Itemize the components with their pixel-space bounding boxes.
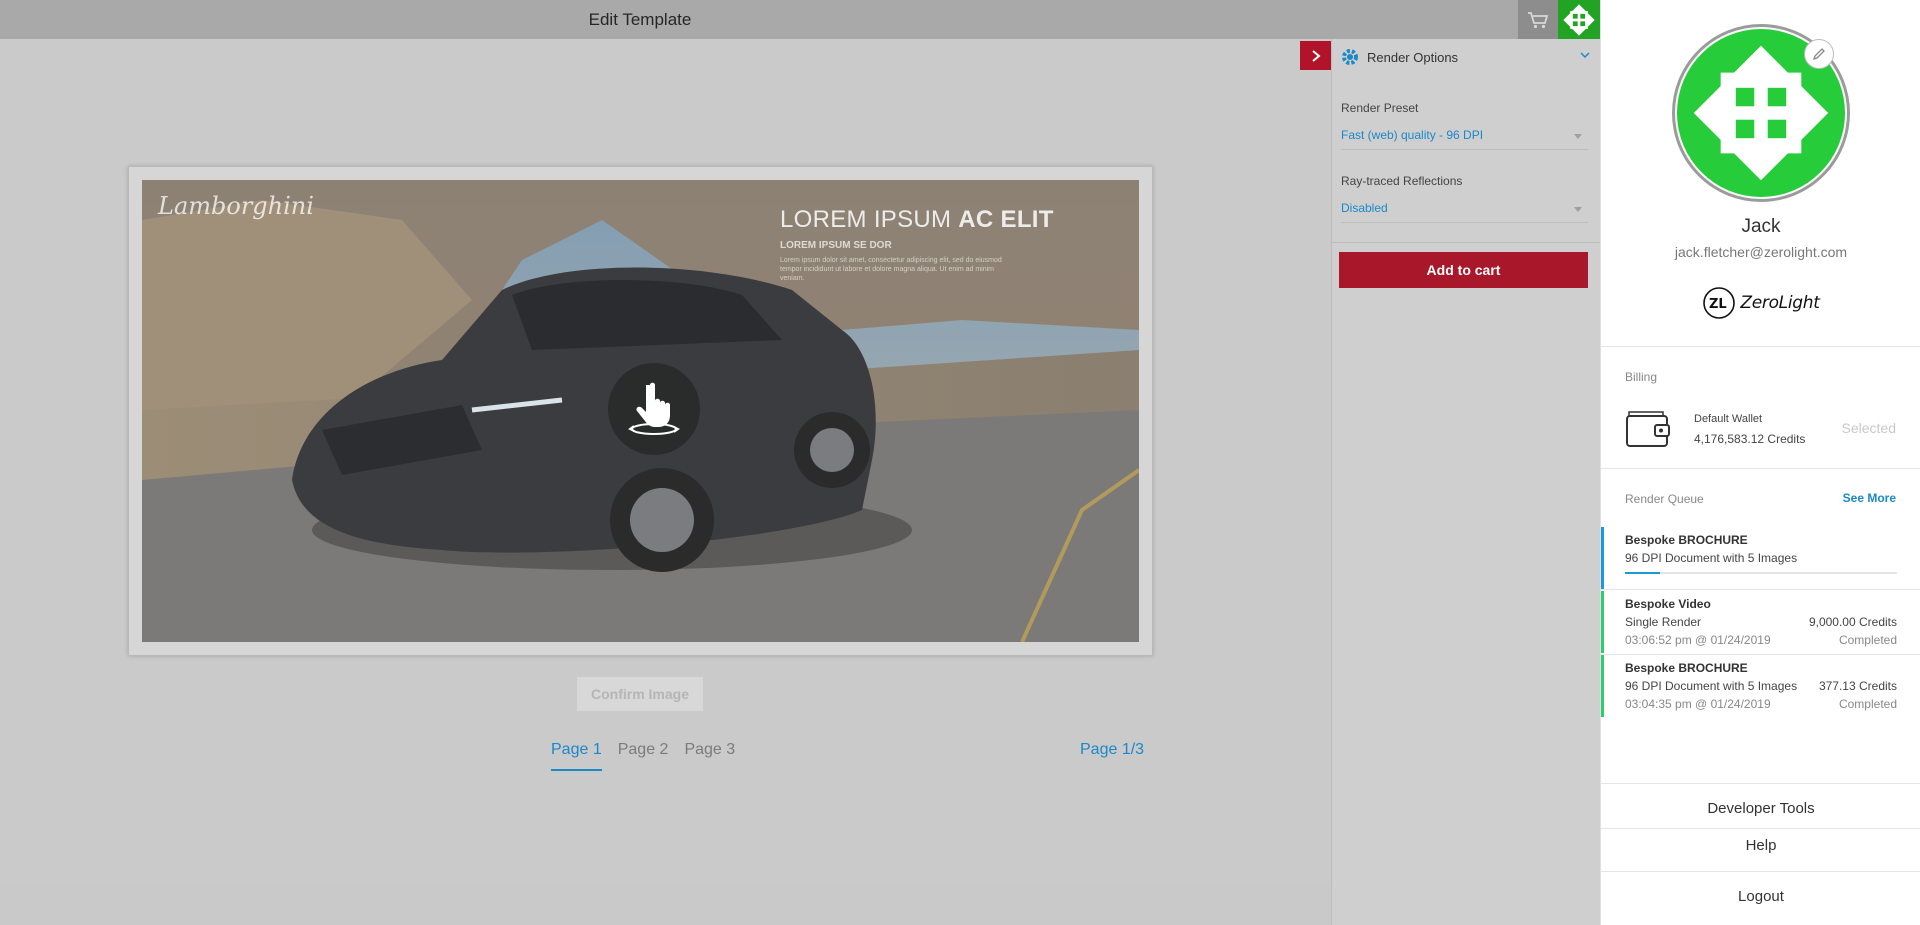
page-tabs: Page 1 Page 2 Page 3 (551, 741, 735, 771)
page-tab-1[interactable]: Page 1 (551, 741, 602, 771)
queue-item-cost: 9,000.00 Credits (1808, 615, 1897, 629)
see-more-link[interactable]: See More (1843, 491, 1896, 505)
user-name: Jack (1741, 216, 1781, 237)
pencil-icon (1812, 48, 1825, 61)
template-image[interactable]: Lamborghini LOREM IPSUM AC ELIT LOREM IP… (142, 180, 1139, 642)
confirm-image-button[interactable]: Confirm Image (577, 677, 703, 711)
ad-body-text: Lorem ipsum dolor sit amet, consectetur … (780, 257, 1002, 282)
ad-headline: LOREM IPSUM AC ELIT (780, 206, 1054, 234)
queue-item-subtitle: 96 DPI Document with 5 Images (1625, 679, 1798, 693)
queue-item-title: Bespoke Video (1625, 597, 1711, 611)
reflections-select[interactable]: Disabled (1341, 201, 1588, 223)
divider (1601, 828, 1920, 829)
zerolight-avatar-icon (1563, 3, 1595, 36)
render-preset-value: Fast (web) quality - 96 DPI (1341, 128, 1484, 142)
queue-item-status: Completed (1838, 633, 1897, 647)
queue-item-time: 03:06:52 pm @ 01/24/2019 (1625, 633, 1771, 647)
dropdown-caret-icon (1574, 134, 1582, 139)
options-divider (1332, 242, 1601, 243)
queue-item-subtitle: 96 DPI Document with 5 Images (1625, 551, 1798, 565)
brand-logo: Lamborghini (158, 192, 314, 220)
gear-icon (1342, 49, 1358, 65)
add-to-cart-button[interactable]: Add to cart (1339, 252, 1588, 288)
render-queue-item[interactable]: Bespoke Video Single Render 03:06:52 pm … (1601, 591, 1920, 653)
divider (1601, 589, 1920, 590)
developer-tools-link[interactable]: Developer Tools (1601, 800, 1920, 817)
reflections-value: Disabled (1341, 201, 1388, 215)
hand-rotate-icon (628, 382, 680, 435)
top-bar: Edit Template (0, 0, 1600, 39)
wallet-icon (1626, 411, 1670, 447)
template-page: Lamborghini LOREM IPSUM AC ELIT LOREM IP… (128, 166, 1153, 656)
wallet-credits: 4,176,583.12 Credits (1694, 432, 1806, 446)
zerolight-logo: ZL ZeroLight (1601, 286, 1920, 320)
help-link[interactable]: Help (1601, 837, 1920, 854)
rotate-view-handle[interactable] (608, 363, 700, 455)
render-preset-label: Render Preset (1341, 101, 1419, 115)
page-tab-3[interactable]: Page 3 (684, 741, 735, 771)
render-preset-select[interactable]: Fast (web) quality - 96 DPI (1341, 128, 1588, 150)
queue-progress-bar (1625, 572, 1897, 574)
render-options-title: Render Options (1367, 49, 1459, 65)
user-avatar-button[interactable] (1558, 0, 1600, 39)
cart-button[interactable] (1518, 0, 1558, 39)
logo-wordmark: ZeroLight (1740, 293, 1820, 313)
queue-item-subtitle: Single Render (1625, 615, 1702, 629)
queue-item-title: Bespoke BROCHURE (1625, 661, 1748, 675)
logout-link[interactable]: Logout (1601, 888, 1920, 905)
ad-subheadline: LOREM IPSUM SE DOR (780, 240, 892, 251)
queue-item-time: 03:04:35 pm @ 01/24/2019 (1625, 697, 1771, 711)
page-title: Edit Template (588, 10, 692, 29)
render-options-panel: Render Options Render Preset Fast (web) … (1331, 39, 1601, 925)
dropdown-caret-icon (1574, 207, 1582, 212)
cart-icon (1528, 11, 1549, 28)
billing-label: Billing (1625, 370, 1658, 384)
queue-item-status: Completed (1838, 697, 1897, 711)
queue-item-title: Bespoke BROCHURE (1625, 533, 1748, 547)
chevron-down-icon (1580, 52, 1590, 59)
ad-headline-bold: AC ELIT (958, 206, 1054, 233)
ad-headline-light: LOREM IPSUM (780, 206, 959, 233)
edit-avatar-button[interactable] (1804, 39, 1834, 69)
account-drawer: Jack jack.fletcher@zerolight.com ZL Zero… (1600, 0, 1920, 925)
logo-mark-text: ZL (1709, 297, 1727, 312)
zerolight-logo-mark: ZL (1703, 287, 1736, 319)
page-tab-2[interactable]: Page 2 (618, 741, 669, 771)
divider (1601, 346, 1920, 347)
divider (1601, 783, 1920, 784)
render-options-header[interactable]: Render Options (1332, 43, 1601, 71)
reflections-label: Ray-traced Reflections (1341, 174, 1463, 188)
page-counter: Page 1/3 (1080, 741, 1145, 758)
collapse-panel-button[interactable] (1300, 41, 1331, 70)
divider (1601, 871, 1920, 872)
wallet-name: Default Wallet (1694, 413, 1763, 425)
queue-progress-fill (1625, 572, 1661, 574)
wallet-selected-status[interactable]: Selected (1842, 420, 1896, 436)
user-email: jack.fletcher@zerolight.com (1674, 244, 1848, 260)
queue-item-cost: 377.13 Credits (1818, 679, 1897, 693)
render-queue-item[interactable]: Bespoke BROCHURE 96 DPI Document with 5 … (1601, 527, 1920, 589)
chevron-right-icon (1311, 49, 1321, 62)
divider (1601, 468, 1920, 469)
render-queue-label: Render Queue (1625, 492, 1704, 506)
editor-canvas: Lamborghini LOREM IPSUM AC ELIT LOREM IP… (0, 39, 1331, 886)
render-queue-item[interactable]: Bespoke BROCHURE 96 DPI Document with 5 … (1601, 655, 1920, 717)
